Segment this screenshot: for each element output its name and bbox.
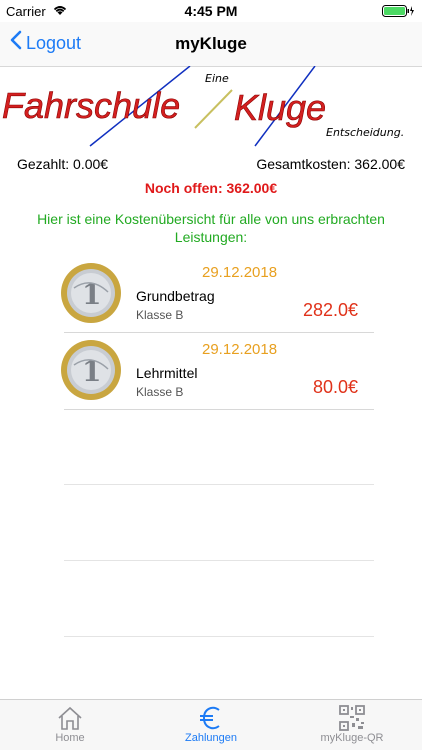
payment-date: 29.12.2018 [202, 264, 278, 281]
empty-row-divider [64, 636, 374, 637]
logo-kluge: Kluge [234, 87, 326, 128]
paid-label: Gezahlt: 0.00€ [17, 156, 109, 172]
navigation-bar: Logout myKluge [0, 22, 422, 67]
open-amount-label: Noch offen: 362.00€ [144, 180, 278, 196]
payment-date: 29.12.2018 [202, 341, 278, 358]
clock: 4:45 PM [184, 3, 238, 19]
payment-class: Klasse B [136, 385, 184, 399]
empty-row-divider [64, 484, 374, 485]
payment-amount: 282.0€ [302, 300, 358, 320]
payment-amount: 80.0€ [312, 377, 358, 397]
payment-title: Grundbetrag [136, 288, 215, 304]
tab-mykluge-qr-label: myKluge-QR [320, 732, 384, 744]
euro-icon [151, 704, 271, 732]
euro-coin-icon: 1 [61, 263, 121, 323]
tab-home[interactable]: Home [10, 704, 130, 744]
payment-class: Klasse B [136, 308, 184, 322]
tab-zahlungen-label: Zahlungen [185, 732, 237, 744]
battery-icon [382, 5, 414, 20]
tab-home-label: Home [55, 732, 85, 744]
status-bar: Carrier 4:45 PM [0, 0, 422, 22]
empty-row-divider [64, 560, 374, 561]
logo-fahrschule: Fahrschule [2, 85, 180, 126]
payment-list: 1 29.12.2018 Grundbetrag Klasse B 282.0€… [61, 256, 374, 410]
logo-entscheidung: Entscheidung. [326, 126, 404, 139]
total-cost-label: Gesamtkosten: 362.00€ [256, 156, 405, 172]
page-title: myKluge [175, 34, 247, 53]
euro-coin-icon: 1 [61, 340, 121, 400]
tab-bar: Home Zahlungen myKluge-QR [0, 699, 422, 750]
payment-title: Lehrmittel [136, 365, 198, 381]
tab-zahlungen[interactable]: Zahlungen [151, 704, 271, 744]
tab-mykluge-qr[interactable]: myKluge-QR [292, 704, 412, 744]
home-icon [10, 704, 130, 732]
logo-eine: Eine [205, 72, 229, 85]
fahrschule-kluge-logo: Fahrschule Kluge Eine Entscheidung. [2, 66, 404, 147]
qr-code-icon [292, 704, 412, 732]
list-item[interactable]: 1 29.12.2018 Lehrmittel Klasse B 80.0€ [61, 333, 374, 410]
list-item[interactable]: 1 29.12.2018 Grundbetrag Klasse B 282.0€ [61, 256, 374, 333]
intro-text: Hier ist eine Kostenübersicht für alle v… [37, 211, 385, 245]
